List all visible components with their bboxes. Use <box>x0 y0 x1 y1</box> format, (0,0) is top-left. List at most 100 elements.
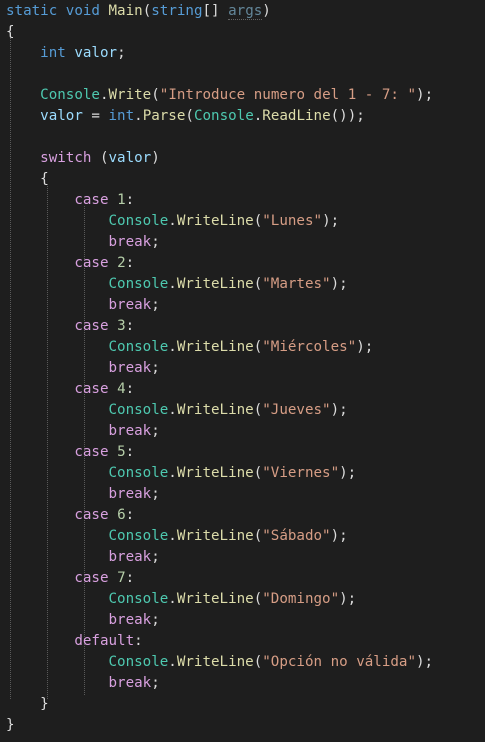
type-token: Console <box>108 654 169 670</box>
punctuation-token: ( <box>253 213 263 229</box>
code-line[interactable]: valor = int.Parse(Console.ReadLine()); <box>6 106 365 127</box>
punctuation-token: ( <box>253 528 263 544</box>
code-line[interactable]: int valor; <box>6 43 126 64</box>
method-token: Parse <box>142 108 186 124</box>
punctuation-token: ()); <box>330 108 365 124</box>
code-line[interactable]: Console.WriteLine("Martes"); <box>6 274 348 295</box>
identifier-token: valor <box>74 45 118 61</box>
punctuation-token: ( <box>185 108 194 124</box>
punctuation-token <box>6 402 109 418</box>
punctuation-token: } <box>6 717 15 733</box>
punctuation-token: ; <box>151 675 160 691</box>
punctuation-token: : <box>125 255 135 271</box>
punctuation-token: ( <box>253 276 263 292</box>
code-line[interactable]: Console.WriteLine("Jueves"); <box>6 400 348 421</box>
punctuation-token: ( <box>253 339 263 355</box>
code-line[interactable]: switch (valor) <box>6 148 160 169</box>
string-literal-token: "Opción no válida" <box>262 654 417 670</box>
keyword-token: void <box>65 3 100 19</box>
method-token: Main <box>108 3 143 19</box>
punctuation-token <box>6 549 109 565</box>
code-line[interactable]: Console.WriteLine("Sábado"); <box>6 526 348 547</box>
code-line[interactable]: break; <box>6 610 160 631</box>
punctuation-token <box>109 381 118 397</box>
method-token: WriteLine <box>176 213 254 229</box>
string-literal-token: "Sábado" <box>262 528 331 544</box>
code-line[interactable]: static void Main(string[] args) <box>6 1 271 22</box>
punctuation-token <box>109 570 118 586</box>
method-token: ReadLine <box>262 108 331 124</box>
punctuation-token <box>6 570 74 586</box>
punctuation-token <box>6 381 74 397</box>
punctuation-token: ; <box>117 45 126 61</box>
code-line[interactable]: break; <box>6 421 160 442</box>
punctuation-token: : <box>125 444 135 460</box>
code-line[interactable]: Console.WriteLine("Viernes"); <box>6 463 357 484</box>
punctuation-token <box>6 360 109 376</box>
code-line[interactable]: Console.WriteLine("Miércoles"); <box>6 337 374 358</box>
code-line[interactable]: { <box>6 169 49 190</box>
type-token: Console <box>108 465 169 481</box>
punctuation-token: ( <box>91 150 109 166</box>
punctuation-token: ; <box>151 612 160 628</box>
type-token: Console <box>108 528 169 544</box>
code-line[interactable]: case 2: <box>6 253 134 274</box>
string-literal-token: "Martes" <box>262 276 331 292</box>
code-line[interactable]: break; <box>6 295 160 316</box>
punctuation-token <box>6 612 109 628</box>
punctuation-token: } <box>6 696 49 712</box>
code-line[interactable]: case 5: <box>6 442 134 463</box>
number-literal-token: 6 <box>117 507 126 523</box>
code-line[interactable]: case 6: <box>6 505 134 526</box>
code-line[interactable]: Console.WriteLine("Opción no válida"); <box>6 652 434 673</box>
code-line[interactable]: } <box>6 694 49 715</box>
code-line[interactable]: break; <box>6 358 160 379</box>
code-line[interactable]: default: <box>6 631 142 652</box>
control-keyword-token: case <box>74 381 109 397</box>
type-token: Console <box>108 339 169 355</box>
code-line[interactable]: break; <box>6 673 160 694</box>
punctuation-token: { <box>6 171 49 187</box>
punctuation-token <box>6 465 109 481</box>
control-keyword-token: break <box>108 234 152 250</box>
punctuation-token: ; <box>151 360 160 376</box>
punctuation-token: ; <box>151 549 160 565</box>
punctuation-token <box>6 675 109 691</box>
identifier-token: valor <box>108 150 152 166</box>
code-line[interactable]: break; <box>6 547 160 568</box>
code-line[interactable]: case 3: <box>6 316 134 337</box>
punctuation-token <box>109 507 118 523</box>
unused-parameter-token: args <box>228 3 263 20</box>
code-line[interactable]: case 1: <box>6 190 134 211</box>
punctuation-token: [] <box>202 3 229 19</box>
punctuation-token: ( <box>253 402 263 418</box>
punctuation-token <box>100 3 109 19</box>
code-line[interactable]: } <box>6 715 15 736</box>
method-token: WriteLine <box>176 402 254 418</box>
punctuation-token: : <box>125 192 135 208</box>
code-line[interactable]: { <box>6 22 15 43</box>
string-literal-token: "Lunes" <box>262 213 323 229</box>
punctuation-token <box>6 528 109 544</box>
punctuation-token: ( <box>253 654 263 670</box>
code-line[interactable]: break; <box>6 232 160 253</box>
punctuation-token: . <box>168 591 177 607</box>
control-keyword-token: case <box>74 570 109 586</box>
code-line[interactable]: Console.Write("Introduce numero del 1 - … <box>6 85 433 106</box>
control-keyword-token: case <box>74 507 109 523</box>
punctuation-token: ( <box>253 465 263 481</box>
code-line[interactable]: case 4: <box>6 379 134 400</box>
punctuation-token <box>6 108 40 124</box>
punctuation-token: ); <box>330 402 348 418</box>
punctuation-token: ); <box>330 528 348 544</box>
number-literal-token: 1 <box>117 192 126 208</box>
punctuation-token: ( <box>253 591 263 607</box>
code-line[interactable]: Console.WriteLine("Lunes"); <box>6 211 340 232</box>
punctuation-token <box>6 423 109 439</box>
punctuation-token <box>6 234 109 250</box>
code-line[interactable]: case 7: <box>6 568 134 589</box>
code-editor[interactable]: static void Main(string[] args){ int val… <box>0 0 485 742</box>
code-line[interactable]: Console.WriteLine("Domingo"); <box>6 589 357 610</box>
code-line[interactable]: break; <box>6 484 160 505</box>
type-token: Console <box>108 276 169 292</box>
